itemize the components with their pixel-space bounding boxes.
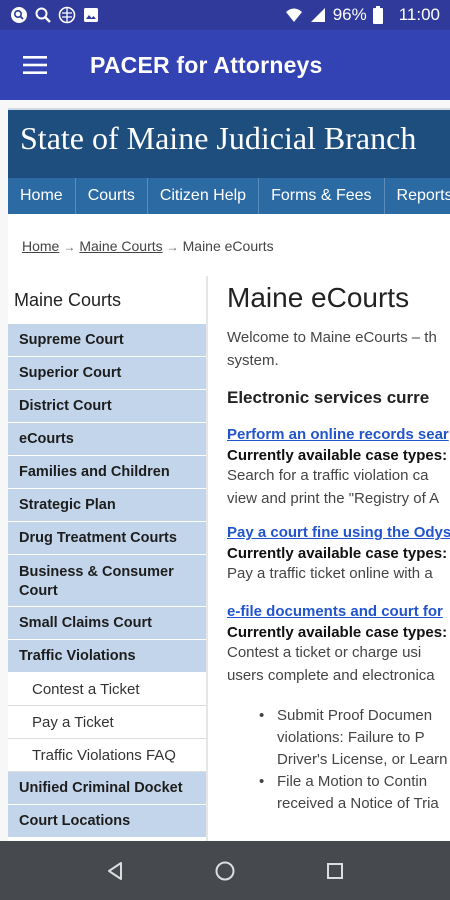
breadcrumb-arrow-icon: → (166, 240, 179, 254)
search-outline-icon (11, 7, 27, 23)
breadcrumb-current: Maine eCourts (182, 238, 274, 254)
main-content: Maine eCourts Welcome to Maine eCourts –… (208, 276, 450, 841)
sidebar-item-ecourts[interactable]: eCourts (8, 423, 206, 456)
sidebar-item-superior-court[interactable]: Superior Court (8, 357, 206, 390)
battery-icon (372, 6, 383, 24)
breadcrumb-home[interactable]: Home (22, 238, 59, 254)
list-item: Submit Proof Documenviolations: Failure … (259, 705, 450, 771)
app-bar: PACER for Attorneys (0, 30, 450, 100)
service-link-records-search[interactable]: Perform an online records sear (227, 426, 450, 443)
sidebar-item-drug-treatment-courts[interactable]: Drug Treatment Courts (8, 522, 206, 555)
sidebar-item-traffic-violations[interactable]: Traffic Violations (8, 640, 206, 673)
intro-line-1: Welcome to Maine eCourts – th (227, 329, 437, 346)
case-types-label: Currently available case types: (227, 447, 448, 464)
app-title: PACER for Attorneys (90, 51, 323, 78)
service-description-line: Pay a traffic ticket online with a (227, 565, 433, 582)
nav-courts[interactable]: Courts (76, 178, 148, 214)
sidebar: Maine Courts Supreme Court Superior Cour… (8, 276, 206, 841)
menu-button[interactable] (0, 30, 70, 100)
breadcrumb-arrow-icon: → (63, 240, 76, 254)
search-icon (35, 7, 51, 23)
home-icon[interactable] (214, 860, 236, 882)
section-heading: Electronic services curre (227, 388, 430, 407)
service-description-line: users complete and electronica (227, 667, 435, 684)
nav-forms-fees[interactable]: Forms & Fees (259, 178, 385, 214)
intro-text: Welcome to Maine eCourts – th system. (227, 326, 450, 372)
recents-icon[interactable] (324, 860, 346, 882)
sidebar-item-unified-criminal-docket[interactable]: Unified Criminal Docket (8, 772, 206, 805)
service-description-line: view and print the "Registry of A (227, 490, 440, 507)
intro-line-2: system. (227, 352, 279, 369)
status-bar: 96% 11:00 (0, 0, 450, 30)
case-types-label: Currently available case types: (227, 545, 448, 562)
wifi-icon (285, 8, 302, 22)
nav-reports[interactable]: Reports (385, 178, 450, 214)
sidebar-subitem-pay-ticket[interactable]: Pay a Ticket (8, 706, 206, 739)
system-nav-bar (0, 841, 450, 900)
list-item: File a Motion to Continreceived a Notice… (259, 771, 450, 815)
vpn-icon (58, 6, 76, 24)
sidebar-subitem-contest-ticket[interactable]: Contest a Ticket (8, 673, 206, 706)
sidebar-item-court-locations[interactable]: Court Locations (8, 805, 206, 838)
service-link-efile[interactable]: e-file documents and court for (227, 603, 450, 620)
sidebar-heading: Maine Courts (14, 290, 122, 310)
image-icon (84, 8, 98, 22)
back-icon[interactable] (104, 860, 126, 882)
service-description-line: Contest a ticket or charge usi (227, 644, 422, 661)
sidebar-item-families-children[interactable]: Families and Children (8, 456, 206, 489)
signal-icon (310, 8, 325, 22)
sidebar-item-strategic-plan[interactable]: Strategic Plan (8, 489, 206, 522)
breadcrumb: Home → Maine Courts → Maine eCourts (8, 214, 450, 276)
sidebar-item-district-court[interactable]: District Court (8, 390, 206, 423)
top-navigation: Home Courts Citizen Help Forms & Fees Re… (8, 178, 450, 214)
sidebar-item-small-claims-court[interactable]: Small Claims Court (8, 607, 206, 640)
service-link-pay-fine[interactable]: Pay a court fine using the Odys (227, 524, 450, 541)
clock: 11:00 (398, 5, 440, 24)
battery-percent: 96% (332, 5, 367, 24)
hamburger-menu-icon (23, 56, 47, 74)
efile-bullet-list: Submit Proof Documenviolations: Failure … (259, 705, 450, 815)
page-title: Maine eCourts (227, 282, 410, 313)
web-view[interactable]: State of Maine Judicial Branch Home Cour… (0, 100, 450, 841)
sidebar-item-supreme-court[interactable]: Supreme Court (8, 324, 206, 357)
sidebar-item-business-consumer-court[interactable]: Business & Consumer Court (8, 555, 206, 607)
service-description-line: Search for a traffic violation ca (227, 467, 429, 484)
site-banner[interactable]: State of Maine Judicial Branch (8, 108, 450, 178)
nav-home[interactable]: Home (8, 178, 76, 214)
case-types-label: Currently available case types: (227, 624, 448, 641)
breadcrumb-maine-courts[interactable]: Maine Courts (79, 238, 162, 254)
sidebar-subitem-traffic-faq[interactable]: Traffic Violations FAQ (8, 739, 206, 772)
nav-citizen-help[interactable]: Citizen Help (148, 178, 260, 214)
